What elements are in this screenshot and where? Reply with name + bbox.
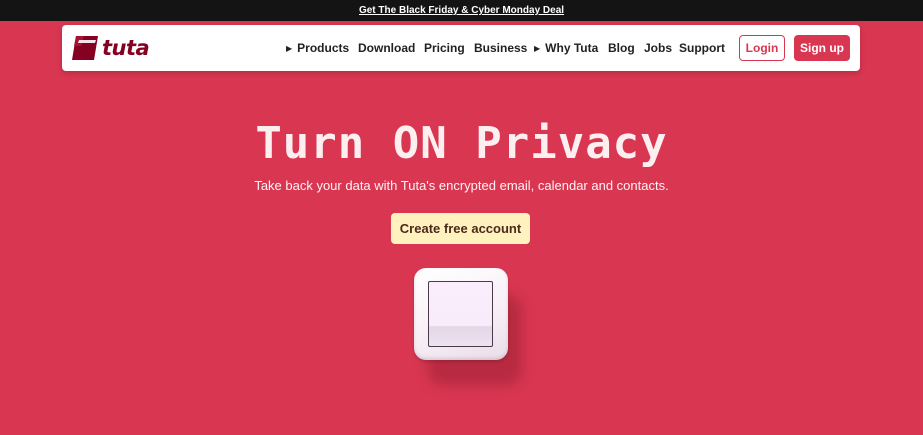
- nav-download[interactable]: Download: [358, 40, 415, 56]
- hero-title: Turn ON Privacy: [255, 118, 668, 169]
- nav-jobs-label: Jobs: [644, 41, 673, 55]
- promo-link[interactable]: Get The Black Friday & Cyber Monday Deal: [359, 5, 564, 16]
- switch-rocker[interactable]: [428, 281, 493, 347]
- create-account-button[interactable]: Create free account: [391, 213, 530, 244]
- navbar: tuta ▶ Products Download Pricing Busines…: [62, 25, 860, 71]
- nav-pricing[interactable]: Pricing: [424, 40, 465, 56]
- logo-text: tuta: [102, 36, 150, 60]
- logo[interactable]: tuta: [70, 32, 150, 64]
- signup-button[interactable]: Sign up: [794, 35, 850, 61]
- nav-why-tuta[interactable]: ▶ Why Tuta: [534, 40, 598, 56]
- nav-support[interactable]: Support: [679, 40, 725, 56]
- hero-subtitle: Take back your data with Tuta's encrypte…: [254, 178, 669, 193]
- triangle-right-icon: ▶: [286, 43, 293, 53]
- nav-business[interactable]: Business: [474, 40, 527, 56]
- nav-pricing-label: Pricing: [424, 41, 465, 55]
- nav-jobs[interactable]: Jobs: [644, 40, 672, 56]
- tuta-logo-icon: [72, 36, 98, 60]
- nav-support-label: Support: [679, 41, 725, 55]
- nav-download-label: Download: [358, 41, 416, 55]
- triangle-right-icon: ▶: [534, 43, 541, 53]
- login-button[interactable]: Login: [739, 35, 785, 61]
- nav-products-label: Products: [297, 41, 350, 55]
- nav-business-label: Business: [474, 41, 528, 55]
- nav-products[interactable]: ▶ Products: [286, 40, 349, 56]
- nav-why-tuta-label: Why Tuta: [545, 41, 599, 55]
- nav-blog-label: Blog: [608, 41, 635, 55]
- nav-blog[interactable]: Blog: [608, 40, 635, 56]
- promo-bar: Get The Black Friday & Cyber Monday Deal: [0, 0, 923, 21]
